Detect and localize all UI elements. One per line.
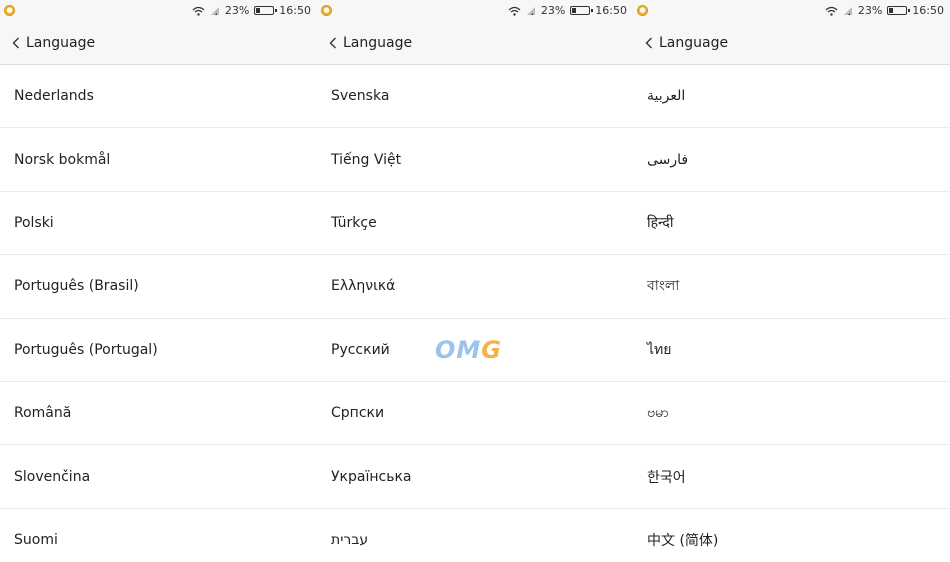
status-bar: ● 23% 16:50 [317, 0, 633, 22]
chevron-left-icon [645, 37, 652, 49]
clock: 16:50 [595, 4, 627, 17]
clock: 16:50 [912, 4, 944, 17]
language-item[interactable]: Српски [317, 382, 633, 446]
screens-container: ● 23% 16:50 Language Nederlands Norsk bo [0, 0, 950, 562]
language-item[interactable]: Slovenčina [0, 445, 317, 509]
signal-icon [843, 6, 853, 16]
language-item[interactable]: ဗမာ [633, 382, 950, 446]
battery-percent: 23% [540, 4, 566, 17]
language-item[interactable]: Nederlands [0, 65, 317, 129]
battery-percent: 23% [224, 4, 250, 17]
language-item[interactable]: हिन्दी [633, 192, 950, 256]
screen-1: ● 23% 16:50 Language Nederlands Norsk bo [0, 0, 317, 562]
language-list: العربية فارسی हिन्दी বাংলা ไทย ဗမာ 한국어 中… [633, 65, 950, 562]
wifi-icon [825, 6, 838, 16]
header: Language [0, 22, 317, 65]
language-item[interactable]: Ελληνικά [317, 255, 633, 319]
language-list: Nederlands Norsk bokmål Polski Português… [0, 65, 317, 562]
language-item[interactable]: العربية [633, 65, 950, 129]
language-list: Svenska Tiếng Việt Türkçe Ελληνικά Русск… [317, 65, 633, 562]
language-item[interactable]: Tiếng Việt [317, 128, 633, 192]
back-button[interactable]: Language [0, 35, 95, 51]
header: Language [633, 22, 950, 65]
clock: 16:50 [279, 4, 311, 17]
screen-2: ● 23% 16:50 Language Svenska Tiếng Việt [317, 0, 633, 562]
header: Language [317, 22, 633, 65]
screen-3: ● 23% 16:50 Language العربية فارسی हिन्द… [633, 0, 950, 562]
language-item[interactable]: Norsk bokmål [0, 128, 317, 192]
language-item[interactable]: Suomi [0, 509, 317, 562]
page-title: Language [343, 35, 413, 51]
language-item[interactable]: বাংলা [633, 255, 950, 319]
language-item[interactable]: עברית [317, 509, 633, 562]
battery-percent: 23% [857, 4, 883, 17]
notification-icon: ● [321, 5, 332, 16]
page-title: Language [659, 35, 729, 51]
wifi-icon [192, 6, 205, 16]
chevron-left-icon [329, 37, 336, 49]
chevron-left-icon [12, 37, 19, 49]
back-button[interactable]: Language [633, 35, 728, 51]
status-bar: ● 23% 16:50 [633, 0, 950, 22]
signal-icon [526, 6, 536, 16]
language-item[interactable]: Svenska [317, 65, 633, 129]
language-item[interactable]: Română [0, 382, 317, 446]
language-item[interactable]: Українська [317, 445, 633, 509]
notification-icon: ● [637, 5, 648, 16]
wifi-icon [508, 6, 521, 16]
language-item[interactable]: فارسی [633, 128, 950, 192]
language-item[interactable]: Português (Portugal) [0, 319, 317, 382]
status-bar: ● 23% 16:50 [0, 0, 317, 22]
language-item[interactable]: Português (Brasil) [0, 255, 317, 319]
language-item[interactable]: Polski [0, 192, 317, 256]
language-item[interactable]: Русский [317, 319, 633, 382]
language-item[interactable]: 中文 (简体) [633, 509, 950, 562]
language-item[interactable]: Türkçe [317, 192, 633, 256]
battery-icon [254, 6, 278, 15]
back-button[interactable]: Language [317, 35, 412, 51]
signal-icon [210, 6, 220, 16]
battery-icon [570, 6, 594, 15]
notification-icon: ● [4, 5, 15, 16]
page-title: Language [26, 35, 96, 51]
battery-icon [887, 6, 911, 15]
language-item[interactable]: ไทย [633, 319, 950, 382]
language-item[interactable]: 한국어 [633, 445, 950, 509]
